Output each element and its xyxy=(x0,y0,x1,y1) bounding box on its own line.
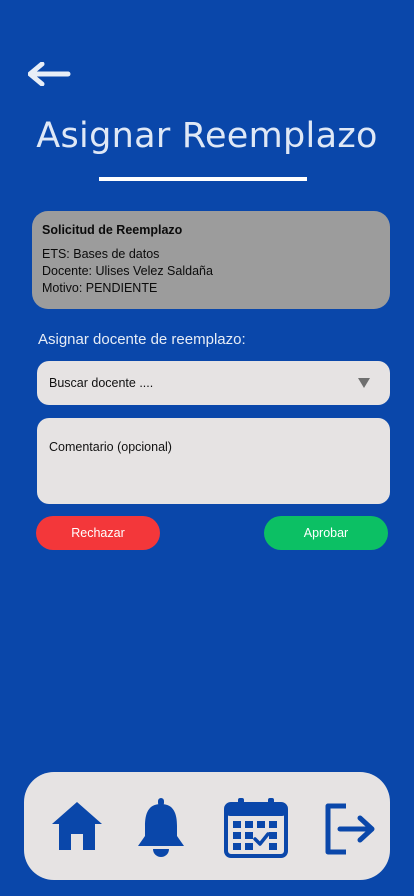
title-underline xyxy=(99,177,307,181)
dropdown-caret-icon xyxy=(358,378,370,388)
nav-logout[interactable] xyxy=(324,802,378,861)
request-ets: ETS: Bases de datos xyxy=(42,247,160,261)
approve-button[interactable]: Aprobar xyxy=(264,516,388,550)
teacher-search-value: Buscar docente .... xyxy=(49,376,154,390)
logout-icon xyxy=(325,803,375,855)
page-title: Asignar Reemplazo xyxy=(36,116,378,156)
calendar-icon xyxy=(224,798,288,858)
nav-calendar[interactable] xyxy=(224,798,288,863)
bell-icon xyxy=(138,798,184,857)
request-motivo: Motivo: PENDIENTE xyxy=(42,281,158,295)
back-arrow-icon xyxy=(27,61,71,87)
comment-textarea[interactable]: Comentario (opcional) xyxy=(37,418,390,504)
request-docente: Docente: Ulises Velez Saldaña xyxy=(42,264,213,278)
request-card-title: Solicitud de Reemplazo xyxy=(42,223,183,237)
bottom-nav xyxy=(24,772,390,880)
nav-notifications[interactable] xyxy=(134,796,188,863)
nav-home[interactable] xyxy=(50,800,104,857)
assign-label: Asignar docente de reemplazo: xyxy=(38,331,246,348)
request-card: Solicitud de Reemplazo ETS: Bases de dat… xyxy=(32,211,390,309)
teacher-search-select[interactable]: Buscar docente .... xyxy=(37,361,390,405)
comment-placeholder: Comentario (opcional) xyxy=(49,440,172,454)
reject-button[interactable]: Rechazar xyxy=(36,516,160,550)
home-icon xyxy=(52,802,102,850)
back-button[interactable] xyxy=(27,61,72,87)
